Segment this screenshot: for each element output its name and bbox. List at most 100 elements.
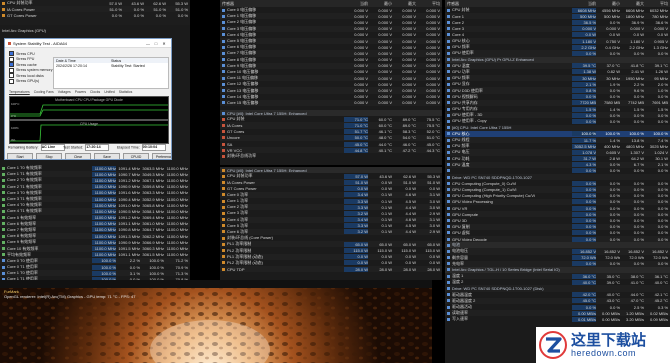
table-row[interactable]: PL1 功率限制 65.0 W 65.0 W 65.0 W 65.0 W (220, 241, 442, 248)
checkbox-box[interactable] (9, 51, 14, 56)
table-row[interactable]: Core 0 T0 使用率 100.0 % 2.2 % 100.0 % 71.2 % (0, 257, 190, 264)
table-row[interactable]: Core 3 功率 3.2 W 0.1 W 4.4 W 2.9 W (220, 210, 442, 216)
table-row[interactable]: GT Cores 51.7 °C 46.1 °C 58.3 °C 52.0 °C (220, 129, 442, 135)
table-row[interactable]: Core 11 电压偏移 0.000 V 0.000 V 0.000 V 0.000 V (220, 75, 442, 82)
graph-tab[interactable]: Voltages (58, 90, 71, 94)
table-row[interactable]: Core 5 电压偏移 0.000 V 0.000 V 0.000 V 0.000 V (220, 37, 442, 45)
stress-checkbox[interactable]: Stress cache (9, 62, 37, 67)
section-header[interactable]: Drive: WD PC SN740 SDDPNQD-1T00-1027 (Di… (445, 285, 670, 292)
table-row[interactable]: SA 45.0 °C 44.0 °C 46.0 °C 45.0 °C (220, 141, 442, 147)
table-row[interactable]: Core 0 T1 使用率 100.0 % 0.0 % 100.0 % 70.9 % (0, 264, 190, 270)
minimize-button[interactable]: — (144, 41, 152, 46)
table-row[interactable]: GPU 显存 2.1 % 1.9 % 2.2 % 2.0 % (445, 81, 670, 87)
section-header[interactable]: [#0] CPU: Intel Core Ultra 7 155H (445, 124, 670, 131)
table-row[interactable]: Core 1 T0 有效频率 1100.0 MHz 1091.4 MHz 3063.5… (0, 165, 190, 171)
maximize-button[interactable]: □ (152, 41, 160, 46)
column-header-label[interactable]: 平均 (644, 1, 668, 7)
close-button[interactable]: ✕ (160, 41, 168, 46)
section-header[interactable]: 电池 (445, 242, 670, 249)
table-row[interactable]: IA Cores Power 51.0 W 0.0 W 51.0 W 51.0 W (220, 179, 442, 186)
table-row[interactable]: Core 8 电压偏移 0.000 V 0.000 V 0.000 V 0.000 V (220, 57, 442, 63)
table-row[interactable]: Core 2 电压偏移 0.000 V 0.000 V 0.000 V 0.000 V (220, 19, 442, 25)
checkbox-box[interactable] (9, 73, 14, 78)
table-row[interactable]: Core 3 电压偏移 0.000 V 0.000 V 0.000 V 0.000 V (220, 25, 442, 32)
table-row[interactable]: CPU Computing (Compute_0) Cu/Vi 0.0 % 0.0 … (445, 180, 670, 186)
column-header-label[interactable]: 传感器 (222, 1, 344, 7)
table-row[interactable]: GPU 视频解码 0.0 % 0.0 % 0.0 % 0.0 % (445, 94, 670, 100)
clear-button[interactable]: Clear (65, 153, 91, 159)
column-header-label[interactable]: 最小 (596, 1, 620, 7)
table-row[interactable]: Core 2 功率 3.3 W 0.1 W 4.4 W 3.0 W (220, 204, 442, 211)
stress-checkbox[interactable]: Stress local disks (9, 73, 44, 78)
table-row[interactable]: Uncore 50.0 °C 48.0 °C 54.0 °C 51.0 °C (220, 134, 442, 141)
checkbox-box[interactable] (9, 56, 14, 62)
table-row[interactable]: GPU 使用率 - 3D 0.0 % 0.0 % 0.0 % 0.0 % (445, 112, 670, 119)
table-row[interactable]: PL1 功率限制 (动态) 0.0 W 0.0 W 0.0 W 0.0 W (220, 253, 442, 260)
table-row[interactable]: 驱动器温度 42.0 °C 40.0 °C 44.0 °C 42.1 °C (445, 292, 670, 298)
window-titlebar[interactable]: System Stability Test - AIDA64 — □ ✕ (5, 39, 171, 48)
graph-tab[interactable]: Clocks (90, 90, 100, 94)
table-row[interactable]: CPU 封装 71.0 °C 60.0 °C 89.0 °C 75.5 °C (220, 116, 442, 122)
stability-test-window[interactable]: System Stability Test - AIDA64 — □ ✕ Str… (4, 38, 172, 160)
table-row[interactable]: Core 6 有效频率 1100.0 MHz 1091.1 MHz 3061.0 MH… (0, 220, 190, 227)
table-row[interactable]: IA Cores 71.0 °C 60.0 °C 89.0 °C 75.5 °C (220, 122, 442, 129)
table-row[interactable]: 驱动器活动 0.0 % 0.0 % 2.5 % 0.3 % (445, 304, 670, 310)
table-row[interactable]: 读取速率 0.00 MB/s 0.00 MB/s 1.20 MB/s 0.02 MB/s (445, 310, 670, 317)
table-row[interactable]: Core 1 T1 有效频率 1100.0 MHz 1090.7 MHz 3049.3… (0, 171, 190, 178)
table-row[interactable]: CPU 温度 4.3 % 0.0 % 6.7 % 2.1 % (445, 161, 670, 168)
table-row[interactable]: Core 2 T1 有效频率 1100.0 MHz 1090.9 MHz 3059.8… (0, 183, 190, 190)
table-row[interactable]: GPU 温度 39.5 °C 37.0 °C 41.8 °C 39.1 °C (445, 62, 670, 69)
table-row[interactable]: GPU Video Processing 0.0 % 0.0 % 0.0 % 0.0 % (445, 198, 670, 205)
section-header[interactable]: Drive: WD PC SN740 SDDPNQD-1T00-1027 (445, 174, 670, 181)
table-row[interactable]: 温度 2 40.0 °C 39.0 °C 41.0 °C 40.0 °C (445, 279, 670, 285)
table-row[interactable]: Core 7 有效频率 1100.0 MHz 1090.8 MHz 3064.7 MH… (0, 227, 190, 233)
table-row[interactable]: Core 3 0.000 V 0.000 V 0.000 V 0.000 V (445, 25, 670, 32)
graph-tab[interactable]: Temperatures (9, 90, 30, 94)
table-row[interactable]: Core 5 有效频率 1100.0 MHz 1091.2 MHz 3069.4 MH… (0, 215, 190, 221)
table-row[interactable]: CPU 封装功率 57.0 W 43.6 W 62.6 W 55.3 W (0, 0, 190, 6)
table-row[interactable]: GPU Computing (Compute_1) Cu/Vi 0.0 % 0.0 … (445, 186, 670, 193)
table-row[interactable]: CPU 频率 3052.5 MHz 400 MHz 4803 MHz 3025 MHz (445, 143, 670, 149)
stress-checkbox[interactable]: Stress GPU(s) (9, 78, 39, 84)
table-row[interactable]: GPU 3D 0.0 % 0.0 % 0.0 % 0.0 % (445, 217, 670, 223)
table-row[interactable]: Core 3 T0 有效频率 1100.0 MHz 1091.6 MHz 3063.3… (0, 190, 190, 196)
table-row[interactable]: Core 3 T1 有效频率 1100.0 MHz 1090.4 MHz 3052.9… (0, 195, 190, 203)
checkbox-box[interactable] (9, 78, 14, 84)
table-row[interactable]: Core 4 功率 3.4 W 0.1 W 4.6 W 3.1 W (220, 216, 442, 223)
stress-checkbox[interactable]: Stress system memory (9, 67, 53, 73)
column-header-label[interactable]: 平均 (416, 1, 440, 7)
table-row[interactable]: Core 4 T0 有效频率 1100.0 MHz 1091.0 MHz 3065.8… (0, 202, 190, 208)
section-header[interactable]: CPU [#0]: Intel Core Ultra 7 155H: Enhan… (220, 110, 442, 117)
table-row[interactable]: Core 14 电压偏移 0.000 V 0.000 V 0.000 V 0.000 V (220, 94, 442, 100)
table-row[interactable]: Core 1 电压偏移 0.000 V 0.000 V 0.000 V 0.000 V (220, 13, 442, 20)
table-row[interactable]: GPU 使用率 - Copy 0.0 % 0.0 % 0.0 % 0.0 % (445, 118, 670, 124)
table-row[interactable]: Core 8 有效频率 1100.0 MHz 1091.3 MHz 3062.2 MH… (0, 233, 190, 240)
table-row[interactable]: GPU 复制 0.0 % 0.0 % 0.0 % 0.0 % (445, 223, 670, 230)
preferences-button[interactable]: Preferences (152, 153, 171, 159)
table-row[interactable]: 电池电压 16.852 V 16.852 V 16.852 V 16.852 V (445, 248, 670, 255)
table-row[interactable]: Core 13 电压偏移 0.000 V 0.000 V 0.000 V 0.000 V (220, 87, 442, 94)
furmark-render-window[interactable]: FurMark OpenGL renderer: Intel(R) Arc(TM… (0, 280, 432, 363)
table-row[interactable]: 平均有效频率 1100.0 MHz 1091.1 MHz 3061.5 MHz 1100… (0, 252, 190, 258)
table-row[interactable]: CPU 电压 1.078 V 0.605 V 1.307 V 1.024 V (445, 149, 670, 156)
table-row[interactable]: GPU VR 0.0 % 0.0 % 0.0 % 0.0 % (445, 205, 670, 211)
table-row[interactable]: Core 10 电压偏移 0.000 V 0.000 V 0.000 V 0.000 V (220, 69, 442, 75)
table-row[interactable]: VR VCC 44.8 °C 40.1 °C 47.2 °C 44.3 °C (220, 147, 442, 154)
table-row[interactable]: Core 2 36.5 % 0.0 % 36.9 % 36.6 % (445, 19, 670, 25)
table-row[interactable]: GPU 频率 30 MHz 30 MHz 1950 MHz 95 MHz (445, 75, 670, 82)
table-row[interactable]: GPU 功率 1.38 W 0.82 W 2.41 W 1.26 W (445, 69, 670, 75)
section-header[interactable]: Intel Arc Graphics / TGL-H / 10 Series B… (445, 266, 670, 274)
table-row[interactable]: GPU 核心 1.180 V 0.750 V 1.180 V 0.905 V (445, 37, 670, 45)
table-row[interactable]: GPU Compute 0.0 % 0.0 % 0.0 % 0.0 % (445, 211, 670, 218)
table-row[interactable]: CPU 封装功率 57.0 W 43.6 W 62.6 W 55.3 W (220, 173, 442, 179)
table-row[interactable]: GT Cores Power 0.0 W 0.0 W 0.0 W 0.0 W (220, 186, 442, 192)
table-row[interactable]: Core 10 有效频率 1100.0 MHz 1091.5 MHz 3060.3 M… (0, 245, 190, 252)
table-row[interactable]: PL2 功率限制 115.0 W 115.0 W 115.0 W 115.0 W (220, 247, 442, 254)
save-button[interactable]: Save (94, 153, 120, 159)
stress-checkbox[interactable]: Stress CPU (9, 51, 35, 56)
table-row[interactable]: CPU 封装 6608 MHz 4556 MHz 6608 MHz 6032 MHz (445, 7, 670, 13)
table-row[interactable]: Core 0 功率 3.4 W 0.1 W 4.6 W 3.1 W (220, 191, 442, 198)
section-header[interactable]: Intel Arc Graphics (GPU) Pr GPU-Z Enhanc… (445, 56, 670, 63)
column-header-label[interactable]: 最大 (392, 1, 416, 7)
table-row[interactable]: Core 0 电压偏移 0.000 V 0.000 V 0.000 V 0.000 V (220, 7, 442, 13)
